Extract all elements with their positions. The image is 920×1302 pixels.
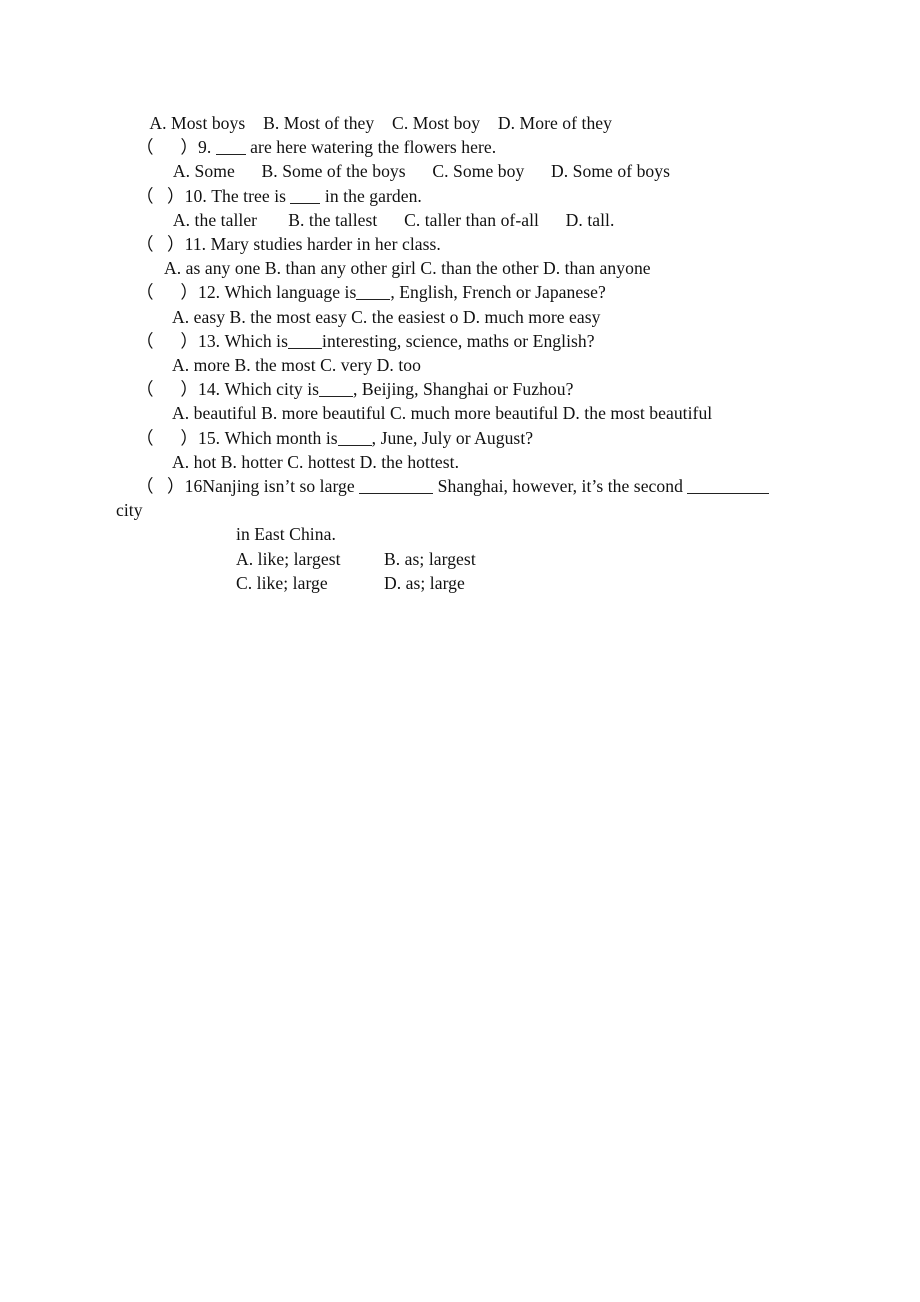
question-15-blank[interactable] (337, 444, 372, 446)
question-9-row: （ ）9. are here watering the flowers here… (136, 135, 836, 159)
question-16-option-c: C. like; large (236, 572, 328, 593)
question-16-marker: （ ）16Nanjing isn’t so large (136, 476, 360, 497)
question-16-option-b: B. as; largest (384, 548, 476, 569)
question-11-row: （ ）11. Mary studies harder in her class. (136, 232, 836, 256)
question-9-options: A. Some B. Some of the boys C. Some boy … (164, 161, 671, 182)
question-14-options: A. beautiful B. more beautiful C. much m… (172, 403, 713, 424)
question-12-stem: , English, French or Japanese? (390, 282, 606, 303)
question-16-row: （ ）16Nanjing isn’t so large Shanghai, ho… (136, 474, 836, 498)
question-16-overflow-row: city (116, 498, 836, 522)
question-15-options-row: A. hot B. hotter C. hottest D. the hotte… (136, 450, 836, 474)
question-14-row: （ ）14. Which city is , Beijing, Shanghai … (136, 377, 836, 401)
question-16-options-row-2: C. like; large D. as; large (136, 571, 836, 595)
question-12-options: A. easy B. the most easy C. the easiest … (172, 306, 601, 327)
question-16-continuation-row: in East China. (136, 522, 836, 546)
question-15-marker: （ ）15. Which month is (136, 427, 338, 448)
question-13-blank[interactable] (288, 347, 322, 349)
question-10-marker: （ ）10. The tree is (136, 185, 291, 206)
question-10-stem: in the garden. (320, 185, 422, 206)
question-14-marker: （ ）14. Which city is (136, 379, 320, 400)
question-14-stem: , Beijing, Shanghai or Fuzhou? (353, 379, 574, 400)
question-13-options-row: A. more B. the most C. very D. too (136, 353, 836, 377)
question-16-continuation: in East China. (236, 524, 336, 545)
worksheet-page: A. Most boys B. Most of they C. Most boy… (0, 0, 920, 1302)
question-12-marker: （ ）12. Which language is (136, 282, 357, 303)
question-13-options: A. more B. the most C. very D. too (172, 355, 421, 376)
question-11-options: A. as any one B. than any other girl C. … (164, 258, 651, 279)
question-13-marker: （ ）13. Which is (136, 330, 288, 351)
question-16-blank-1[interactable] (359, 493, 434, 495)
question-8-options: A. Most boys B. Most of they C. Most boy… (136, 113, 613, 133)
question-14-options-row: A. beautiful B. more beautiful C. much m… (136, 401, 836, 425)
question-16-blank-2[interactable] (687, 493, 770, 495)
question-15-options: A. hot B. hotter C. hottest D. the hotte… (172, 451, 460, 472)
question-16-mid: Shanghai, however, it’s the second (433, 476, 688, 497)
question-10-blank[interactable] (290, 202, 321, 204)
question-16-overflow-word: city (116, 500, 143, 521)
question-9-marker: （ ）9. (136, 137, 216, 158)
question-9-stem: are here watering the flowers here. (245, 137, 497, 158)
question-15-stem: , June, July or August? (371, 427, 534, 448)
question-10-options-row: A. the taller B. the tallest C. taller t… (136, 208, 836, 232)
question-16-options-row-1: A. like; largest B. as; largest (136, 547, 836, 571)
question-16-option-d: D. as; large (384, 572, 465, 593)
question-13-row: （ ）13. Which is interesting, science, mat… (136, 329, 836, 353)
question-12-options-row: A. easy B. the most easy C. the easiest … (136, 305, 836, 329)
question-9-blank[interactable] (215, 154, 246, 156)
question-14-blank[interactable] (319, 396, 354, 398)
question-list: A. Most boys B. Most of they C. Most boy… (116, 111, 836, 595)
question-11-marker: （ ）11. Mary studies harder in her class. (136, 234, 441, 255)
question-9-options-row: A. Some B. Some of the boys C. Some boy … (136, 159, 836, 183)
question-12-row: （ ）12. Which language is , English, Frenc… (136, 280, 836, 304)
question-10-row: （ ）10. The tree is in the garden. (136, 184, 836, 208)
question-16-option-a: A. like; largest (236, 548, 341, 569)
question-13-stem: interesting, science, maths or English? (322, 330, 595, 351)
question-11-options-row: A. as any one B. than any other girl C. … (136, 256, 836, 280)
question-15-row: （ ）15. Which month is , June, July or Aug… (136, 426, 836, 450)
question-10-options: A. the taller B. the tallest C. taller t… (164, 209, 615, 230)
question-8-options-row: A. Most boys B. Most of they C. Most boy… (136, 111, 836, 135)
question-12-blank[interactable] (356, 299, 391, 301)
